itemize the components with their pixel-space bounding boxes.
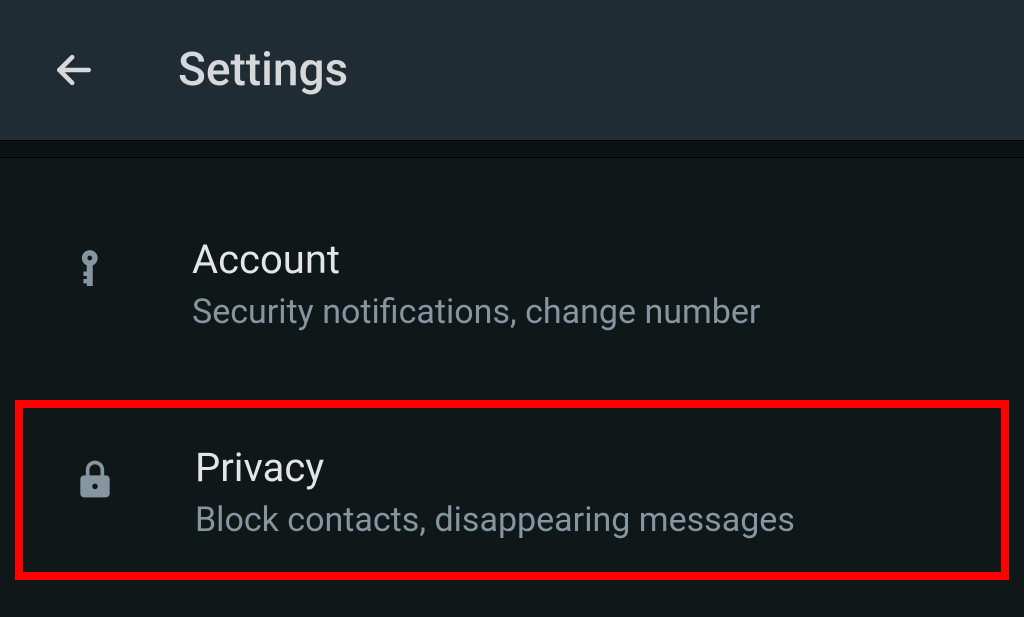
page-title: Settings (178, 43, 348, 97)
settings-item-text: Account Security notifications, change n… (192, 236, 984, 336)
back-button[interactable] (50, 46, 98, 94)
settings-item-title: Account (192, 236, 984, 284)
settings-item-account[interactable]: Account Security notifications, change n… (0, 218, 1024, 354)
settings-item-title: Privacy (195, 444, 961, 492)
settings-item-privacy[interactable]: Privacy Block contacts, disappearing mes… (23, 426, 1001, 562)
settings-header: Settings (0, 0, 1024, 140)
lock-icon (73, 444, 117, 502)
settings-item-description: Block contacts, disappearing messages (195, 498, 961, 544)
section-divider (0, 140, 1024, 158)
spacer (0, 354, 1024, 400)
highlight-annotation: Privacy Block contacts, disappearing mes… (15, 400, 1009, 580)
settings-list: Account Security notifications, change n… (0, 158, 1024, 580)
back-arrow-icon (52, 48, 96, 92)
settings-item-description: Security notifications, change number (192, 290, 984, 336)
settings-item-text: Privacy Block contacts, disappearing mes… (195, 444, 961, 544)
key-icon (70, 236, 114, 286)
